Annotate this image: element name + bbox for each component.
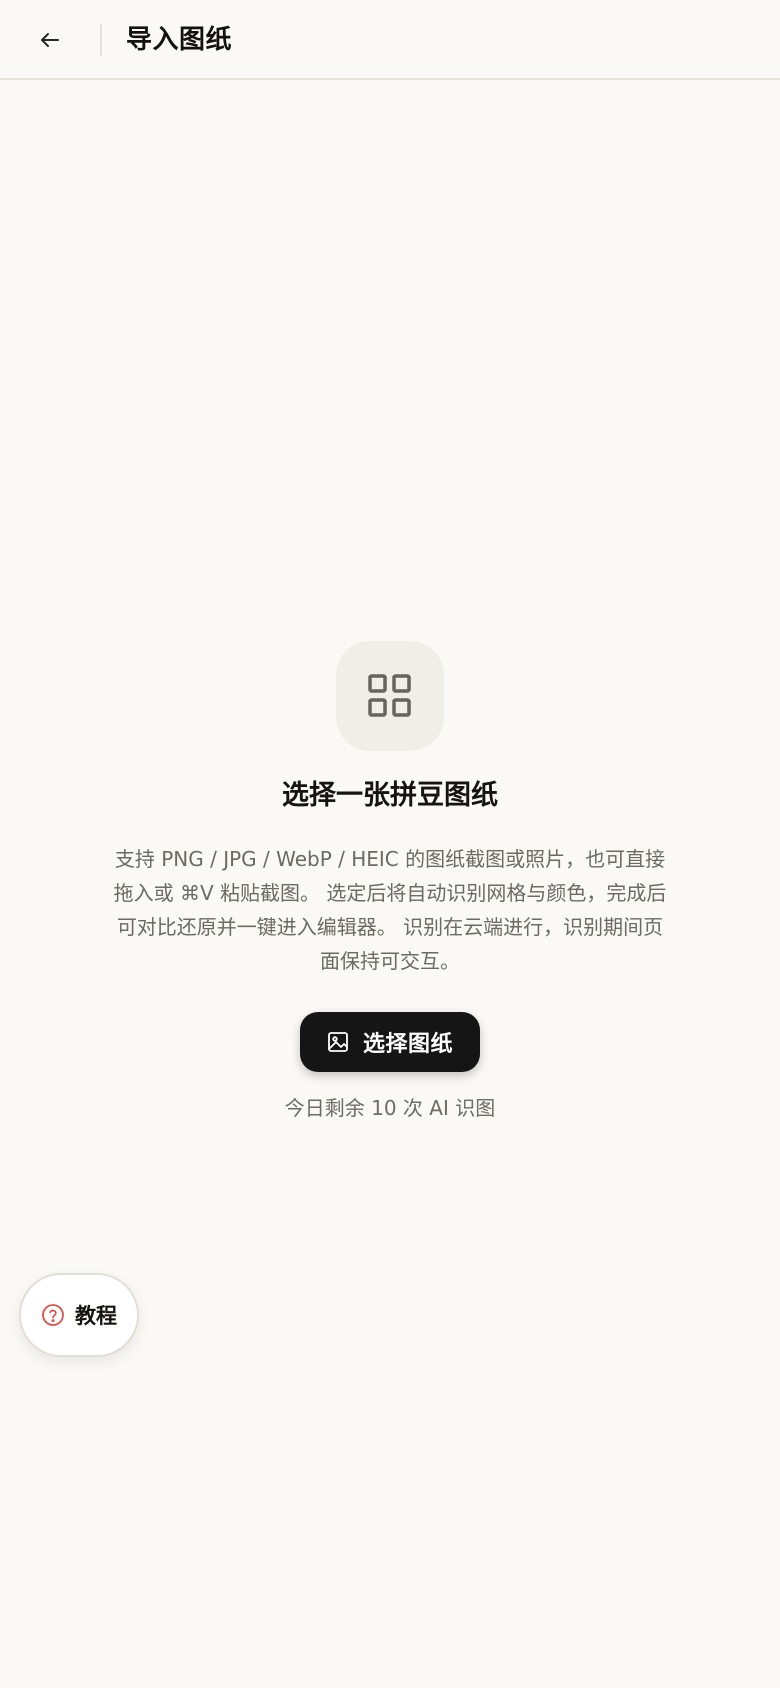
empty-state-title: 选择一张拼豆图纸 [282, 780, 498, 811]
back-button[interactable] [26, 16, 74, 64]
tutorial-button[interactable]: 教程 [19, 1273, 139, 1357]
select-drawing-label: 选择图纸 [362, 1032, 453, 1057]
tutorial-label: 教程 [75, 1304, 117, 1328]
grid-icon [367, 673, 413, 719]
ai-quota-text: 今日剩余 10 次 AI 识图 [284, 1096, 496, 1120]
image-icon [327, 1031, 349, 1053]
top-bar: 导入图纸 [0, 0, 780, 80]
page-title: 导入图纸 [126, 25, 233, 55]
grid-icon-tile [336, 641, 444, 751]
select-drawing-button[interactable]: 选择图纸 [300, 1012, 480, 1072]
arrow-left-icon [38, 28, 62, 52]
help-circle-icon [41, 1303, 65, 1327]
header-divider [100, 24, 102, 56]
empty-state-description: 支持 PNG / JPG / WebP / HEIC 的图纸截图或照片，也可直接… [113, 847, 667, 973]
